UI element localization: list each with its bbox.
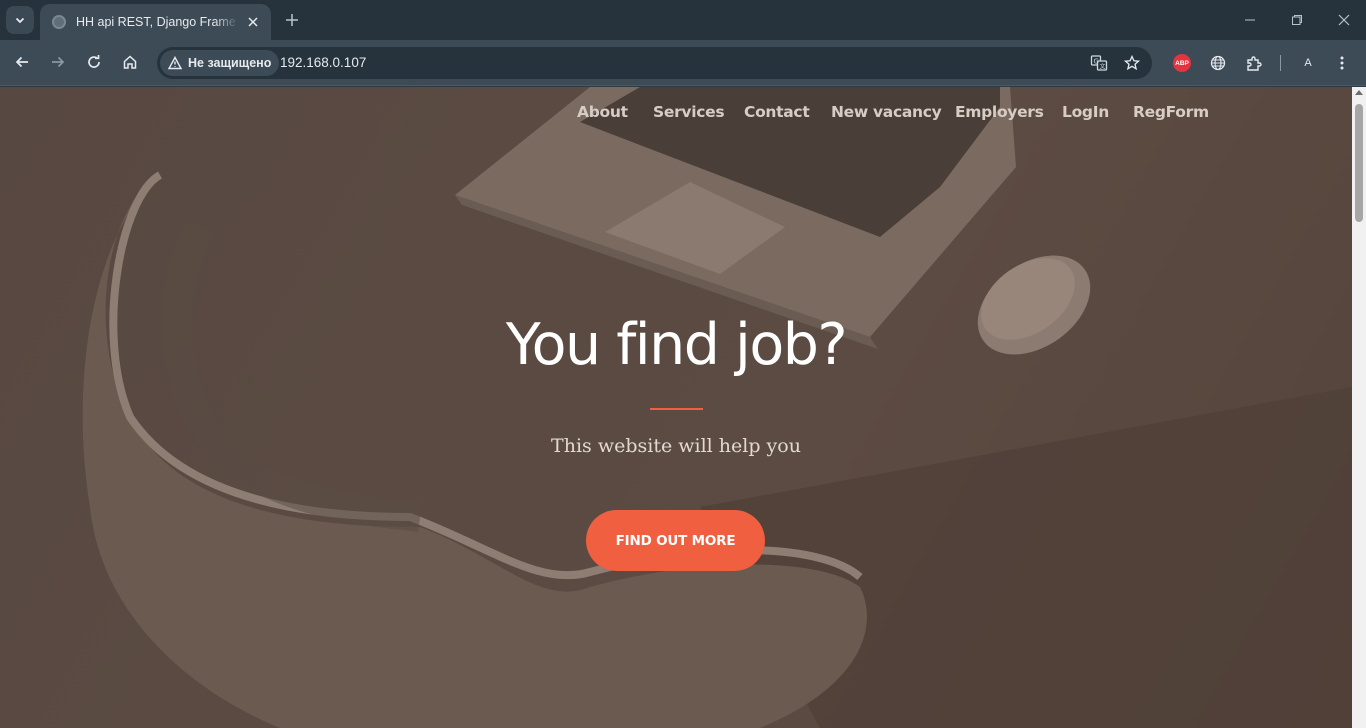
plus-icon	[286, 14, 298, 26]
toolbar-divider	[1280, 55, 1281, 71]
scrollbar-thumb[interactable]	[1355, 104, 1363, 222]
translate-icon: G文	[1090, 55, 1108, 71]
more-vertical-icon	[1340, 56, 1344, 70]
browser-menu-button[interactable]	[1331, 52, 1353, 74]
forward-button[interactable]	[46, 50, 70, 74]
home-icon	[123, 55, 137, 69]
tab-search-button[interactable]	[6, 6, 34, 34]
reload-button[interactable]	[82, 50, 106, 74]
scroll-up-arrow-icon[interactable]	[1355, 90, 1363, 95]
globe-icon	[1210, 55, 1226, 71]
nav-login[interactable]: LogIn	[1062, 103, 1109, 121]
reload-icon	[88, 55, 100, 68]
tab-title: HH api REST, Django Frame work	[76, 15, 239, 29]
svg-text:文: 文	[1100, 63, 1106, 71]
nav-employers[interactable]: Employers	[955, 103, 1044, 121]
new-tab-button[interactable]	[282, 10, 302, 30]
back-button[interactable]	[10, 50, 34, 74]
chevron-down-icon	[15, 17, 25, 24]
security-label: Не защищено	[188, 56, 272, 70]
star-icon	[1124, 55, 1140, 71]
security-indicator[interactable]: Не защищено	[160, 50, 280, 76]
minimize-button[interactable]	[1238, 8, 1262, 32]
home-button[interactable]	[118, 50, 142, 74]
nav-contact[interactable]: Contact	[744, 103, 810, 121]
adblock-extension-button[interactable]: ABP	[1171, 52, 1193, 74]
restore-button[interactable]	[1285, 8, 1309, 32]
globe-favicon-icon	[52, 15, 66, 29]
tab-close-button[interactable]	[245, 14, 261, 30]
find-out-more-button[interactable]: FIND OUT MORE	[586, 510, 765, 571]
tab-strip: HH api REST, Django Frame work	[0, 0, 1366, 40]
nav-services[interactable]: Services	[653, 103, 725, 121]
page-viewport: About Services Contact New vacancy Emplo…	[0, 87, 1352, 728]
browser-toolbar: Не защищено 192.168.0.107 G文 ABP A	[0, 40, 1366, 86]
minimize-icon	[1245, 19, 1255, 21]
bookmark-button[interactable]	[1122, 53, 1142, 73]
globe-extension-button[interactable]	[1207, 52, 1229, 74]
translate-button[interactable]: G文	[1089, 53, 1109, 73]
warning-triangle-icon	[168, 56, 182, 70]
svg-text:G: G	[1094, 58, 1099, 66]
main-navigation: About Services Contact New vacancy Emplo…	[0, 103, 1352, 125]
page-scrollbar[interactable]	[1352, 87, 1366, 728]
hero-title: You find job?	[505, 312, 848, 378]
address-bar[interactable]: Не защищено 192.168.0.107 G文	[157, 47, 1152, 79]
hero-divider	[650, 408, 703, 410]
adblock-icon: ABP	[1173, 54, 1191, 72]
restore-icon	[1292, 15, 1302, 25]
extensions-button[interactable]	[1243, 52, 1265, 74]
nav-new-vacancy[interactable]: New vacancy	[831, 103, 942, 121]
puzzle-icon	[1246, 55, 1262, 71]
close-icon	[248, 17, 258, 27]
hero-subtitle: This website will help you	[551, 435, 801, 457]
close-icon	[1338, 14, 1350, 26]
url-text[interactable]: 192.168.0.107	[280, 55, 366, 70]
nav-about[interactable]: About	[577, 103, 628, 121]
arrow-right-icon	[52, 56, 65, 68]
active-tab[interactable]: HH api REST, Django Frame work	[40, 4, 271, 40]
arrow-left-icon	[15, 56, 28, 68]
profile-avatar[interactable]: A	[1297, 52, 1319, 74]
close-window-button[interactable]	[1332, 8, 1356, 32]
nav-regform[interactable]: RegForm	[1133, 103, 1209, 121]
